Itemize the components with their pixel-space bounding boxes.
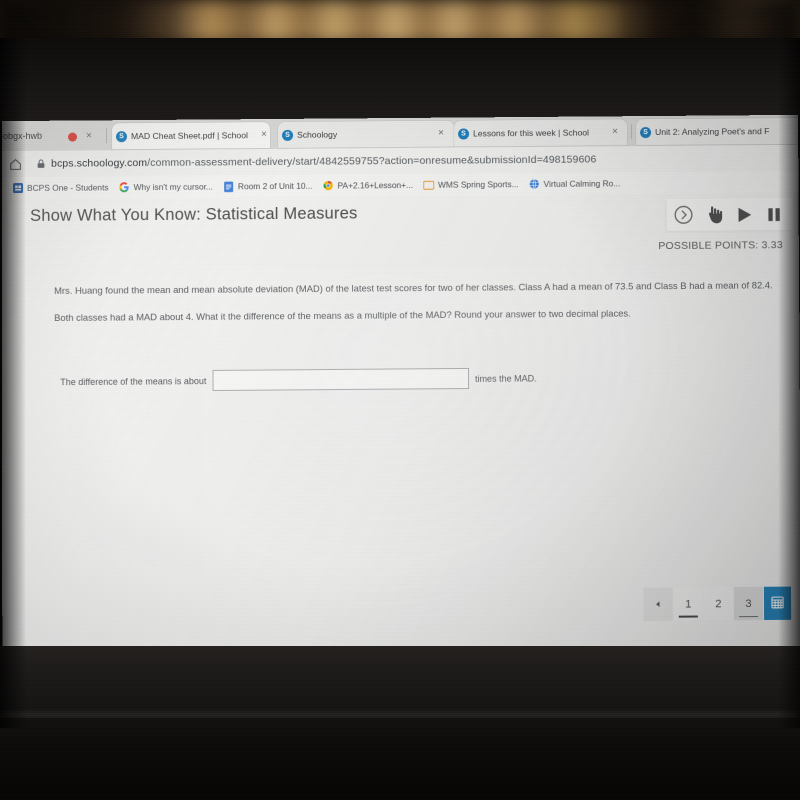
url-domain: bcps.schoology.com [51, 156, 148, 170]
bookmark-label: WMS Spring Sports... [438, 179, 519, 190]
pause-icon[interactable] [758, 199, 788, 229]
tab-lessons-this-week[interactable]: S Lessons for this week | School [454, 119, 628, 147]
lock-icon[interactable] [36, 159, 45, 169]
tab-label-1: MAD Cheat Sheet.pdf | School [131, 130, 248, 142]
bookmark-label: Room 2 of Unit 10... [237, 180, 313, 192]
globe-icon [529, 178, 540, 189]
tab-recording-indicator [68, 132, 78, 142]
laptop-base [0, 718, 800, 800]
bookmark-bcps-one-students[interactable]: BCPS One - Students [12, 182, 109, 194]
pagination-page-1[interactable]: 1 [673, 587, 704, 621]
bookmark-room-2-unit-10[interactable]: Room 2 of Unit 10... [223, 180, 313, 192]
answer-prefix-label: The difference of the means is about [60, 375, 207, 387]
schoology-favicon-icon: S [458, 127, 470, 140]
photo-of-laptop-screen: -obgx-hwb × S MAD Cheat Sheet.pdf | Scho… [0, 0, 800, 800]
url-path: /common-assessment-delivery/start/484255… [147, 153, 597, 170]
pagination-page-2[interactable]: 2 [703, 587, 734, 621]
possible-points-label: POSSIBLE POINTS: 3.33 [658, 239, 783, 253]
pagination-page-label: 1 [685, 597, 692, 611]
assessment-page: Show What You Know: Statistical Measures [2, 192, 800, 712]
bookmark-wms-spring-sports[interactable]: WMS Spring Sports... [423, 179, 519, 191]
pagination-underline [678, 615, 698, 618]
tab-label-0[interactable]: -obgx-hwb [2, 131, 42, 141]
pagination-page-label: 2 [715, 597, 722, 610]
address-bar[interactable]: bcps.schoology.com/common-assessment-del… [51, 153, 596, 169]
tab-divider [631, 124, 633, 140]
bookmark-virtual-calming-room[interactable]: Virtual Calming Ro... [529, 178, 621, 190]
question-text: Mrs. Huang found the mean and mean absol… [54, 279, 773, 324]
tab-close-3[interactable]: × [612, 126, 618, 137]
tab-mad-cheat-sheet[interactable]: S MAD Cheat Sheet.pdf | School [112, 122, 271, 150]
bookmark-why-isnt-my-cursor[interactable]: Why isn't my cursor... [119, 181, 213, 193]
pagination-submit-button[interactable] [763, 586, 792, 621]
bcps-icon [12, 182, 23, 193]
grid-submit-icon [771, 595, 784, 611]
laptop-bezel-top [0, 38, 800, 122]
tab-schoology[interactable]: S Schoology [278, 120, 455, 148]
play-icon[interactable] [728, 199, 758, 229]
schoology-favicon-icon: S [282, 129, 294, 141]
bookmark-label: Virtual Calming Ro... [543, 178, 621, 189]
tab-close-1[interactable]: × [261, 129, 267, 140]
tab-close-2[interactable]: × [438, 128, 444, 139]
answer-input[interactable] [212, 367, 470, 392]
hand-pointer-icon[interactable] [698, 199, 728, 229]
bookmark-pa-216-lesson[interactable]: PA+2.16+Lesson+... [322, 179, 413, 191]
folder-icon [423, 179, 434, 190]
assessment-card: Show What You Know: Statistical Measures [8, 192, 796, 712]
google-icon [119, 182, 130, 193]
answer-row: The difference of the means is about tim… [60, 367, 537, 392]
schoology-favicon-icon: S [640, 126, 652, 138]
collapse-chevron-icon[interactable] [668, 200, 698, 230]
tab-unit-2-analyzing[interactable]: S Unit 2: Analyzing Poet's and F [636, 117, 800, 146]
bookmark-label: BCPS One - Students [27, 182, 109, 193]
chromeos-shelf [0, 646, 800, 718]
docs-icon [223, 181, 234, 192]
assessment-toolbar [666, 197, 793, 232]
answer-suffix-label: times the MAD. [474, 372, 537, 384]
pagination-page-3[interactable]: 3 [733, 586, 765, 621]
tab-label-3: Lessons for this week | School [473, 127, 590, 139]
home-icon[interactable] [8, 157, 22, 171]
tab-label-2: Schoology [297, 129, 338, 140]
pagination-prev-button[interactable] [643, 587, 674, 621]
laptop-screen: -obgx-hwb × S MAD Cheat Sheet.pdf | Scho… [2, 114, 800, 712]
pagination-underline [738, 616, 759, 618]
schoology-favicon-icon: S [116, 130, 128, 142]
tab-close-0[interactable]: × [86, 130, 92, 141]
bookmark-label: Why isn't my cursor... [133, 181, 213, 193]
pagination-page-label: 3 [745, 597, 752, 610]
tab-label-4: Unit 2: Analyzing Poet's and F [655, 126, 770, 137]
pagination: 1 2 3 [643, 586, 792, 621]
chrome-icon [322, 180, 333, 191]
page-title: Show What You Know: Statistical Measures [30, 204, 358, 225]
tab-divider [106, 128, 108, 144]
bookmark-label: PA+2.16+Lesson+... [337, 179, 414, 191]
